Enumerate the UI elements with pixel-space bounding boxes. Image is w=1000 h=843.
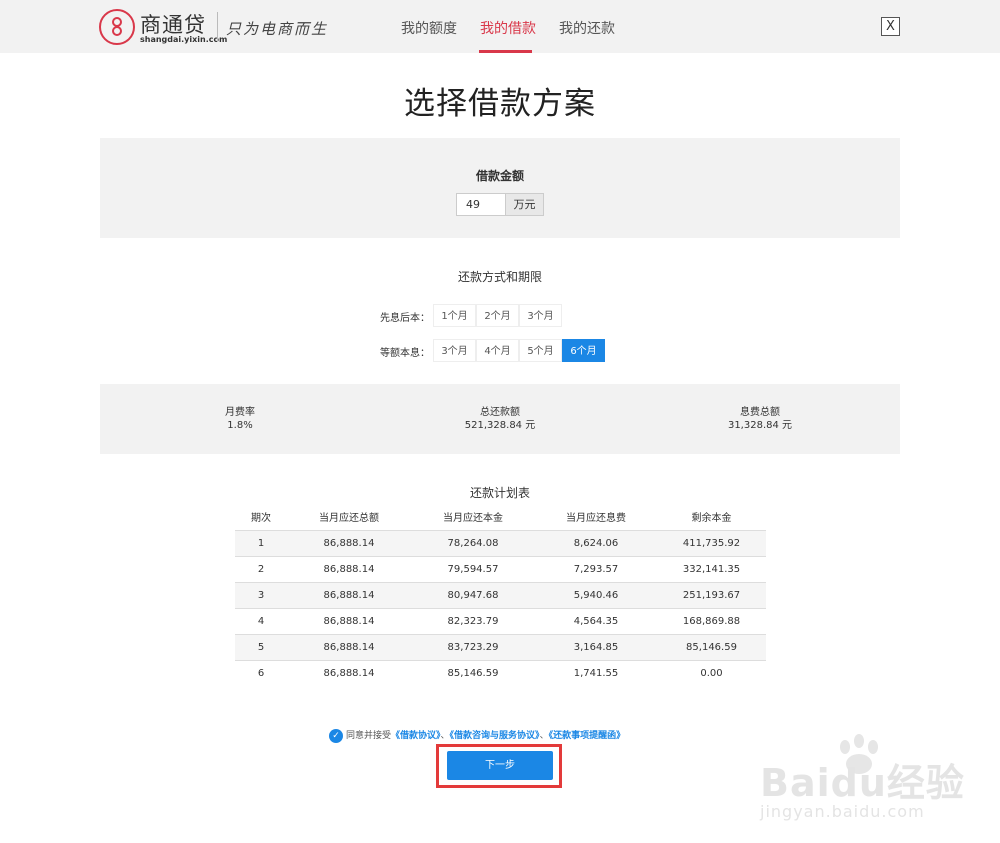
agreement-separator: 、: [440, 731, 450, 741]
table-cell: 1: [257, 538, 265, 549]
summary-monthly-rate: 月费率 1.8%: [140, 406, 340, 432]
loan-amount-input[interactable]: 49: [456, 193, 506, 216]
term-option-interest-2m[interactable]: 2个月: [476, 304, 519, 327]
logo-slogan: 只为电商而生: [226, 20, 329, 38]
table-cell: 3,164.85: [573, 642, 619, 653]
schedule-title: 还款计划表: [469, 486, 530, 500]
table-cell: 80,947.68: [447, 590, 499, 601]
column-header: 期次: [251, 513, 271, 524]
summary-value: 31,328.84 元: [727, 420, 793, 431]
table-cell: 86,888.14: [323, 564, 375, 575]
table-cell: 8,624.06: [573, 538, 619, 549]
consulting-service-agreement-link[interactable]: 《借款咨询与服务协议》: [450, 731, 540, 741]
table-cell: 85,146.59: [447, 668, 499, 679]
loan-agreement-link[interactable]: 《借款协议》: [391, 731, 441, 741]
table-cell: 6: [257, 668, 265, 679]
column-header: 当月应还总额: [319, 513, 379, 524]
watermark-brand: Baidu经验: [760, 761, 965, 805]
logo-icon: [99, 9, 135, 45]
nav-active-indicator: [479, 50, 532, 53]
table-cell: 79,594.57: [447, 564, 499, 575]
summary-total-fees: 息费总额 31,328.84 元: [660, 406, 860, 432]
table-cell: 168,869.88: [682, 616, 741, 627]
term-option-equal-4m[interactable]: 4个月: [476, 339, 519, 362]
interest-first-label: 先息后本：: [380, 313, 430, 324]
nav-my-repayments[interactable]: 我的还款: [559, 18, 615, 38]
agreement-separator: 、: [539, 731, 549, 741]
table-row: 5 86,888.14 83,723.29 3,164.85 85,146.59: [235, 635, 766, 661]
table-cell: 7,293.57: [573, 564, 619, 575]
repayment-reminder-link[interactable]: 《还款事项提醒函》: [549, 731, 626, 741]
summary-value: 521,328.84 元: [464, 420, 536, 431]
logo-divider: [217, 12, 218, 42]
summary-value: 1.8%: [227, 420, 253, 431]
summary-label: 息费总额: [740, 407, 780, 418]
loan-amount-label: 借款金额: [475, 169, 524, 183]
table-cell: 5: [257, 642, 265, 653]
table-cell: 4: [257, 616, 265, 627]
loan-amount-panel: 借款金额 49 万元: [100, 138, 900, 238]
table-cell: 5,940.46: [573, 590, 619, 601]
table-cell: 85,146.59: [686, 642, 737, 653]
table-cell: 1,741.55: [573, 668, 619, 679]
agreement-prefix: 同意并接受: [346, 731, 392, 741]
checkmark-icon[interactable]: ✓: [329, 729, 343, 743]
summary-label: 总还款额: [480, 407, 520, 418]
table-header: 期次 当月应还总额 当月应还本金 当月应还息费 剩余本金: [235, 507, 766, 531]
table-row: 6 86,888.14 85,146.59 1,741.55 0.00: [235, 661, 766, 687]
repayment-schedule-table: 期次 当月应还总额 当月应还本金 当月应还息费 剩余本金 1 86,888.14…: [235, 507, 766, 687]
table-cell: 4,564.35: [573, 616, 619, 627]
page-title: 选择借款方案: [404, 86, 596, 122]
summary-total-repayment: 总还款额 521,328.84 元: [400, 406, 600, 432]
table-cell: 3: [257, 590, 265, 601]
column-header: 当月应还息费: [566, 513, 626, 524]
watermark-url: jingyan.baidu.com: [760, 802, 925, 821]
table-cell: 83,723.29: [447, 642, 499, 653]
equal-installment-label: 等额本息：: [380, 348, 430, 359]
table-cell: 2: [257, 564, 265, 575]
term-option-interest-3m[interactable]: 3个月: [519, 304, 562, 327]
top-header: 商通贷 shangdai.yixin.com 只为电商而生 我的额度 我的借款 …: [0, 0, 1000, 53]
table-row: 3 86,888.14 80,947.68 5,940.46 251,193.6…: [235, 583, 766, 609]
table-row: 1 86,888.14 78,264.08 8,624.06 411,735.9…: [235, 531, 766, 557]
table-cell: 82,323.79: [447, 616, 499, 627]
baidu-watermark: Baidu经验 jingyan.baidu.com: [760, 734, 990, 824]
table-cell: 86,888.14: [323, 668, 375, 679]
table-cell: 86,888.14: [323, 538, 375, 549]
table-cell: 332,141.35: [682, 564, 741, 575]
table-cell: 78,264.08: [447, 538, 499, 549]
agreement-line: ✓ 同意并接受《借款协议》、《借款咨询与服务协议》、《还款事项提醒函》: [329, 729, 625, 743]
table-cell: 86,888.14: [323, 590, 375, 601]
loan-summary-panel: 月费率 1.8% 总还款额 521,328.84 元 息费总额 31,328.8…: [100, 384, 900, 454]
repayment-method-title: 还款方式和期限: [457, 270, 542, 284]
loan-amount-unit: 万元: [506, 193, 544, 216]
table-cell: 0.00: [700, 668, 723, 679]
column-header: 当月应还本金: [443, 513, 503, 524]
table-row: 4 86,888.14 82,323.79 4,564.35 168,869.8…: [235, 609, 766, 635]
table-row: 2 86,888.14 79,594.57 7,293.57 332,141.3…: [235, 557, 766, 583]
logo-domain: shangdai.yixin.com: [140, 35, 228, 44]
nav-my-loans[interactable]: 我的借款: [480, 18, 536, 38]
term-option-equal-5m[interactable]: 5个月: [519, 339, 562, 362]
table-cell: 411,735.92: [682, 538, 741, 549]
close-button[interactable]: X: [881, 17, 900, 36]
summary-label: 月费率: [225, 407, 255, 418]
table-cell: 251,193.67: [682, 590, 741, 601]
term-option-equal-6m[interactable]: 6个月: [562, 339, 605, 362]
table-cell: 86,888.14: [323, 616, 375, 627]
table-cell: 86,888.14: [323, 642, 375, 653]
column-header: 剩余本金: [691, 513, 732, 524]
nav-my-credit[interactable]: 我的额度: [401, 18, 457, 38]
term-option-equal-3m[interactable]: 3个月: [433, 339, 476, 362]
term-option-interest-1m[interactable]: 1个月: [433, 304, 476, 327]
next-step-button[interactable]: 下一步: [447, 751, 553, 780]
